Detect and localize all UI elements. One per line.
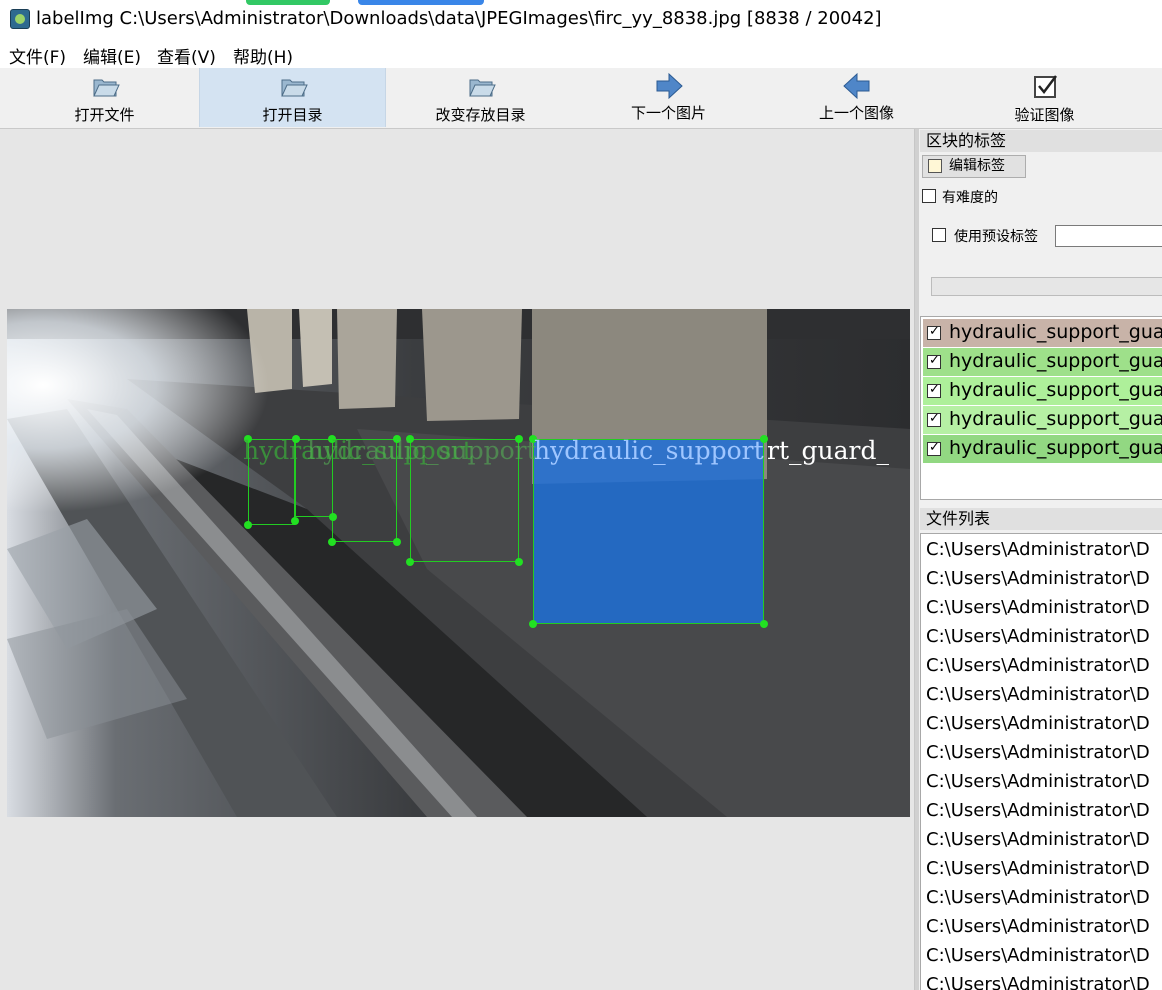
open-file-icon xyxy=(92,79,120,97)
change-save-dir-label: 改变存放目录 xyxy=(435,106,526,124)
right-dock: 区块的标签 编辑标签 有难度的 使用预设标签 hydraulic_support… xyxy=(919,129,1162,990)
label-list-item[interactable]: hydraulic_support_gua xyxy=(923,348,1162,376)
next-image-button[interactable]: 下一个图片 xyxy=(575,68,762,127)
file-list-item[interactable]: C:\Users\Administrator\D xyxy=(926,945,1150,966)
canvas-label-guard: rt_guard_ xyxy=(767,436,889,465)
label-item-text: hydraulic_support_gua xyxy=(949,437,1162,459)
bbox-selected[interactable] xyxy=(533,439,764,624)
bbox-handle[interactable] xyxy=(515,558,523,566)
open-file-label: 打开文件 xyxy=(74,106,135,124)
file-list-item[interactable]: C:\Users\Administrator\D xyxy=(926,800,1150,821)
menu-help[interactable]: 帮助(H) xyxy=(233,43,293,68)
open-dir-button[interactable]: 打开目录 xyxy=(199,68,386,127)
label-item-text: hydraulic_support_gua xyxy=(949,321,1162,343)
prev-image-icon xyxy=(842,72,869,100)
edit-pencil-icon xyxy=(928,159,942,173)
verify-image-icon xyxy=(1033,75,1057,98)
label-item-text: hydraulic_support_gua xyxy=(949,350,1162,372)
menu-file[interactable]: 文件(F) xyxy=(9,43,66,68)
file-list-item[interactable]: C:\Users\Administrator\D xyxy=(926,539,1150,560)
change-save-dir-icon xyxy=(468,79,496,97)
window-title: labelImg C:\Users\Administrator\Download… xyxy=(36,8,882,29)
label-list-item[interactable]: hydraulic_support_gua xyxy=(923,406,1162,434)
file-list-item[interactable]: C:\Users\Administrator\D xyxy=(926,597,1150,618)
verify-image-button[interactable]: 验证图像 xyxy=(951,68,1138,127)
canvas-label-selected: hydraulic_support xyxy=(534,436,764,465)
menu-edit[interactable]: 编辑(E) xyxy=(83,43,141,68)
prev-image-label: 上一个图像 xyxy=(818,104,894,122)
difficult-checkbox[interactable] xyxy=(922,189,936,203)
window-accent-green xyxy=(246,0,330,5)
file-list-item[interactable]: C:\Users\Administrator\D xyxy=(926,626,1150,647)
label-item-checkbox[interactable] xyxy=(927,324,941,340)
use-default-label-checkbox[interactable] xyxy=(932,228,946,242)
bbox-handle[interactable] xyxy=(406,558,414,566)
label-item-checkbox[interactable] xyxy=(927,411,941,427)
toolbar: 打开文件 打开目录 改变存放目录 下一个图片 上一个图像 验证图像 xyxy=(0,68,1162,129)
open-dir-label: 打开目录 xyxy=(262,106,323,124)
file-list-item[interactable]: C:\Users\Administrator\D xyxy=(926,916,1150,937)
label-item-checkbox[interactable] xyxy=(927,353,941,369)
label-item-checkbox[interactable] xyxy=(927,382,941,398)
file-list-item[interactable]: C:\Users\Administrator\D xyxy=(926,568,1150,589)
label-item-text: hydraulic_support_gua xyxy=(949,379,1162,401)
file-dock-title: 文件列表 xyxy=(920,508,1162,530)
open-file-button[interactable]: 打开文件 xyxy=(11,68,198,127)
bbox-handle[interactable] xyxy=(393,538,401,546)
next-image-label: 下一个图片 xyxy=(630,104,706,122)
image-canvas[interactable]: hydraulic_support hydraulic_support hydr… xyxy=(0,129,915,990)
next-image-icon xyxy=(656,72,683,100)
label-list[interactable]: hydraulic_support_gua hydraulic_support_… xyxy=(920,316,1162,500)
file-list-item[interactable]: C:\Users\Administrator\D xyxy=(926,713,1150,734)
file-list-item[interactable]: C:\Users\Administrator\D xyxy=(926,742,1150,763)
bbox-handle[interactable] xyxy=(244,521,252,529)
file-list-item[interactable]: C:\Users\Administrator\D xyxy=(926,655,1150,676)
label-item-checkbox[interactable] xyxy=(927,440,941,456)
prev-image-button[interactable]: 上一个图像 xyxy=(763,68,950,127)
file-list-item[interactable]: C:\Users\Administrator\D xyxy=(926,771,1150,792)
file-list[interactable]: C:\Users\Administrator\D C:\Users\Admini… xyxy=(920,533,1162,990)
label-filter-combo[interactable] xyxy=(931,277,1162,296)
canvas-label-faded: hydraulic_support xyxy=(307,436,537,465)
change-save-dir-button[interactable]: 改变存放目录 xyxy=(387,68,574,127)
bbox-handle[interactable] xyxy=(329,513,337,521)
edit-label-text: 编辑标签 xyxy=(949,158,1005,174)
file-list-item[interactable]: C:\Users\Administrator\D xyxy=(926,858,1150,879)
file-list-item[interactable]: C:\Users\Administrator\D xyxy=(926,887,1150,908)
label-item-text: hydraulic_support_gua xyxy=(949,408,1162,430)
file-list-item[interactable]: C:\Users\Administrator\D xyxy=(926,829,1150,850)
menu-bar: 文件(F) 编辑(E) 查看(V) 帮助(H) xyxy=(0,38,1162,68)
labelimg-app-icon xyxy=(10,9,30,29)
use-default-label-text: 使用预设标签 xyxy=(954,229,1038,245)
difficult-label: 有难度的 xyxy=(942,190,998,206)
title-bar: labelImg C:\Users\Administrator\Download… xyxy=(0,0,1162,38)
label-list-item[interactable]: hydraulic_support_gua xyxy=(923,435,1162,463)
file-list-item[interactable]: C:\Users\Administrator\D xyxy=(926,974,1150,990)
bbox-handle[interactable] xyxy=(291,517,299,525)
edit-label-button[interactable]: 编辑标签 xyxy=(922,155,1026,178)
open-dir-icon xyxy=(280,79,308,97)
menu-view[interactable]: 查看(V) xyxy=(157,43,216,68)
file-list-item[interactable]: C:\Users\Administrator\D xyxy=(926,684,1150,705)
label-list-item[interactable]: hydraulic_support_gua xyxy=(923,377,1162,405)
label-list-item[interactable]: hydraulic_support_gua xyxy=(923,319,1162,347)
verify-image-label: 验证图像 xyxy=(1014,106,1075,124)
bbox-handle[interactable] xyxy=(529,620,537,628)
bbox-handle[interactable] xyxy=(760,620,768,628)
bbox-handle[interactable] xyxy=(328,538,336,546)
labels-dock-title: 区块的标签 xyxy=(920,130,1162,152)
mine-tunnel-photo: hydraulic_support hydraulic_support hydr… xyxy=(7,309,910,817)
tunnel-image xyxy=(7,309,910,817)
window-accent-blue xyxy=(358,0,484,5)
default-label-input[interactable] xyxy=(1055,225,1162,247)
